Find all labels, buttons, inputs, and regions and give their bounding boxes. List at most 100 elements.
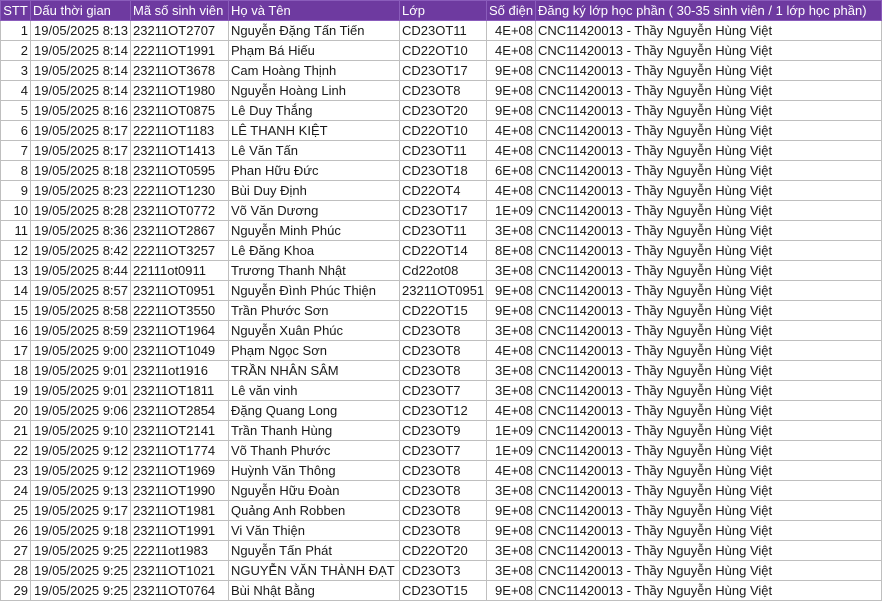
cell-student-id[interactable]: 23211OT1964 xyxy=(130,320,229,341)
cell-stt[interactable]: 20 xyxy=(0,400,31,421)
cell-phone[interactable]: 9E+08 xyxy=(486,520,536,541)
cell-stt[interactable]: 3 xyxy=(0,60,31,81)
cell-full-name[interactable]: Võ Văn Dương xyxy=(228,200,400,221)
cell-timestamp[interactable]: 19/05/2025 8:23 xyxy=(30,180,131,201)
cell-phone[interactable]: 9E+08 xyxy=(486,280,536,301)
cell-course[interactable]: CNC11420013 - Thầy Nguyễn Hùng Việt xyxy=(535,200,882,221)
cell-phone[interactable]: 3E+08 xyxy=(486,480,536,501)
cell-stt[interactable]: 25 xyxy=(0,500,31,521)
cell-student-id[interactable]: 23211OT2867 xyxy=(130,220,229,241)
cell-student-id[interactable]: 23211OT1811 xyxy=(130,380,229,401)
cell-course[interactable]: CNC11420013 - Thầy Nguyễn Hùng Việt xyxy=(535,520,882,541)
cell-full-name[interactable]: Lê Duy Thắng xyxy=(228,100,400,121)
cell-phone[interactable]: 1E+09 xyxy=(486,200,536,221)
cell-full-name[interactable]: Phan Hữu Đức xyxy=(228,160,400,181)
cell-class[interactable]: CD22OT4 xyxy=(399,180,487,201)
cell-class[interactable]: CD23OT17 xyxy=(399,200,487,221)
header-stt[interactable]: STT xyxy=(0,0,31,21)
cell-phone[interactable]: 9E+08 xyxy=(486,500,536,521)
cell-timestamp[interactable]: 19/05/2025 8:57 xyxy=(30,280,131,301)
cell-course[interactable]: CNC11420013 - Thầy Nguyễn Hùng Việt xyxy=(535,420,882,441)
cell-student-id[interactable]: 22211ot1983 xyxy=(130,540,229,561)
cell-timestamp[interactable]: 19/05/2025 9:00 xyxy=(30,340,131,361)
cell-class[interactable]: CD23OT11 xyxy=(399,20,487,41)
cell-stt[interactable]: 24 xyxy=(0,480,31,501)
cell-class[interactable]: CD23OT8 xyxy=(399,360,487,381)
cell-class[interactable]: CD23OT8 xyxy=(399,520,487,541)
cell-full-name[interactable]: Bùi Duy Định xyxy=(228,180,400,201)
cell-class[interactable]: CD23OT15 xyxy=(399,580,487,601)
header-timestamp[interactable]: Dấu thời gian xyxy=(30,0,131,21)
cell-phone[interactable]: 1E+09 xyxy=(486,420,536,441)
cell-course[interactable]: CNC11420013 - Thầy Nguyễn Hùng Việt xyxy=(535,280,882,301)
cell-timestamp[interactable]: 19/05/2025 9:10 xyxy=(30,420,131,441)
cell-phone[interactable]: 4E+08 xyxy=(486,20,536,41)
cell-phone[interactable]: 4E+08 xyxy=(486,40,536,61)
cell-phone[interactable]: 8E+08 xyxy=(486,240,536,261)
cell-student-id[interactable]: 23211OT1774 xyxy=(130,440,229,461)
cell-student-id[interactable]: 23211OT1049 xyxy=(130,340,229,361)
cell-course[interactable]: CNC11420013 - Thầy Nguyễn Hùng Việt xyxy=(535,440,882,461)
cell-full-name[interactable]: Phạm Bá Hiếu xyxy=(228,40,400,61)
cell-timestamp[interactable]: 19/05/2025 8:18 xyxy=(30,160,131,181)
cell-student-id[interactable]: 23211ot1916 xyxy=(130,360,229,381)
cell-course[interactable]: CNC11420013 - Thầy Nguyễn Hùng Việt xyxy=(535,260,882,281)
cell-course[interactable]: CNC11420013 - Thầy Nguyễn Hùng Việt xyxy=(535,240,882,261)
cell-phone[interactable]: 9E+08 xyxy=(486,100,536,121)
cell-student-id[interactable]: 22211OT1230 xyxy=(130,180,229,201)
cell-phone[interactable]: 3E+08 xyxy=(486,260,536,281)
cell-class[interactable]: CD22OT10 xyxy=(399,120,487,141)
cell-timestamp[interactable]: 19/05/2025 9:12 xyxy=(30,460,131,481)
cell-class[interactable]: CD23OT8 xyxy=(399,80,487,101)
cell-stt[interactable]: 21 xyxy=(0,420,31,441)
cell-timestamp[interactable]: 19/05/2025 9:18 xyxy=(30,520,131,541)
cell-course[interactable]: CNC11420013 - Thầy Nguyễn Hùng Việt xyxy=(535,80,882,101)
cell-full-name[interactable]: Nguyễn Xuân Phúc xyxy=(228,320,400,341)
cell-class[interactable]: 23211OT0951 xyxy=(399,280,487,301)
cell-class[interactable]: CD22OT15 xyxy=(399,300,487,321)
cell-stt[interactable]: 9 xyxy=(0,180,31,201)
cell-student-id[interactable]: 23211OT2141 xyxy=(130,420,229,441)
cell-student-id[interactable]: 23211OT0772 xyxy=(130,200,229,221)
cell-full-name[interactable]: Trương Thanh Nhật xyxy=(228,260,400,281)
cell-phone[interactable]: 3E+08 xyxy=(486,320,536,341)
cell-student-id[interactable]: 23211OT1413 xyxy=(130,140,229,161)
cell-course[interactable]: CNC11420013 - Thầy Nguyễn Hùng Việt xyxy=(535,120,882,141)
cell-stt[interactable]: 2 xyxy=(0,40,31,61)
cell-timestamp[interactable]: 19/05/2025 9:06 xyxy=(30,400,131,421)
cell-phone[interactable]: 3E+08 xyxy=(486,560,536,581)
cell-phone[interactable]: 9E+08 xyxy=(486,300,536,321)
cell-student-id[interactable]: 23211OT1969 xyxy=(130,460,229,481)
cell-full-name[interactable]: Vi Văn Thiện xyxy=(228,520,400,541)
cell-student-id[interactable]: 23211OT1981 xyxy=(130,500,229,521)
cell-timestamp[interactable]: 19/05/2025 8:14 xyxy=(30,80,131,101)
cell-course[interactable]: CNC11420013 - Thầy Nguyễn Hùng Việt xyxy=(535,340,882,361)
cell-phone[interactable]: 1E+09 xyxy=(486,440,536,461)
cell-timestamp[interactable]: 19/05/2025 9:25 xyxy=(30,580,131,601)
cell-stt[interactable]: 28 xyxy=(0,560,31,581)
cell-full-name[interactable]: TRẦN NHÂN SÂM xyxy=(228,360,400,381)
cell-student-id[interactable]: 22211OT1183 xyxy=(130,120,229,141)
cell-class[interactable]: CD23OT7 xyxy=(399,440,487,461)
cell-timestamp[interactable]: 19/05/2025 8:28 xyxy=(30,200,131,221)
cell-student-id[interactable]: 23211OT0595 xyxy=(130,160,229,181)
cell-timestamp[interactable]: 19/05/2025 9:01 xyxy=(30,360,131,381)
cell-phone[interactable]: 9E+08 xyxy=(486,60,536,81)
cell-phone[interactable]: 9E+08 xyxy=(486,580,536,601)
cell-stt[interactable]: 14 xyxy=(0,280,31,301)
cell-course[interactable]: CNC11420013 - Thầy Nguyễn Hùng Việt xyxy=(535,400,882,421)
cell-class[interactable]: CD23OT8 xyxy=(399,340,487,361)
cell-student-id[interactable]: 23211OT2707 xyxy=(130,20,229,41)
cell-phone[interactable]: 4E+08 xyxy=(486,180,536,201)
cell-full-name[interactable]: Phạm Ngọc Sơn xyxy=(228,340,400,361)
cell-full-name[interactable]: LÊ THANH KIỆT xyxy=(228,120,400,141)
cell-full-name[interactable]: Nguyễn Đặng Tấn Tiến xyxy=(228,20,400,41)
cell-stt[interactable]: 11 xyxy=(0,220,31,241)
cell-stt[interactable]: 10 xyxy=(0,200,31,221)
cell-timestamp[interactable]: 19/05/2025 8:44 xyxy=(30,260,131,281)
cell-student-id[interactable]: 22211OT3257 xyxy=(130,240,229,261)
cell-full-name[interactable]: Quảng Anh Robben xyxy=(228,500,400,521)
cell-phone[interactable]: 3E+08 xyxy=(486,540,536,561)
cell-full-name[interactable]: Lê Đăng Khoa xyxy=(228,240,400,261)
cell-student-id[interactable]: 23211OT2854 xyxy=(130,400,229,421)
